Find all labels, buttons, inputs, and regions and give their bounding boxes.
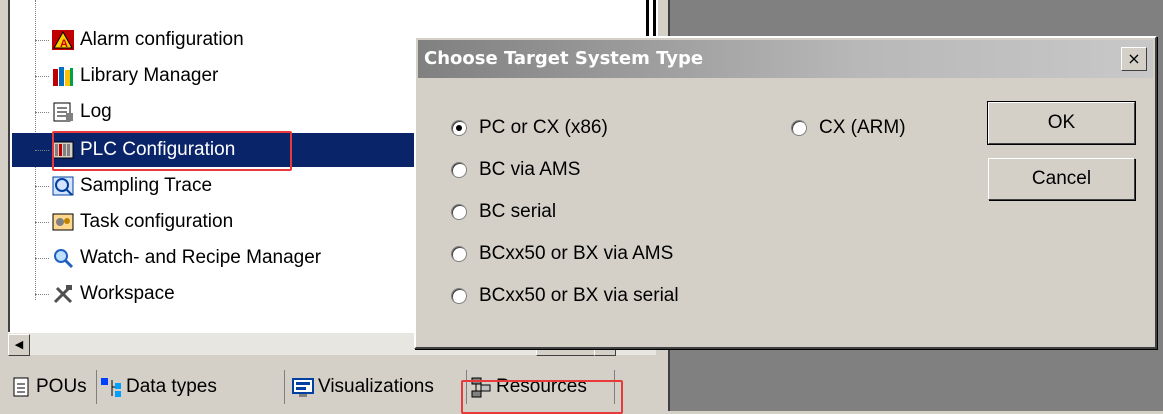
tab-label: Visualizations (318, 376, 434, 397)
tree-item-label: Library Manager (80, 65, 219, 86)
magnifier-icon (52, 247, 74, 269)
tree-item-log[interactable]: Log (35, 99, 114, 125)
divider (646, 0, 649, 40)
target-system-dialog: Choose Target System Type × PC or CX (x8… (414, 36, 1157, 349)
radio-pc-or-cx-x86[interactable]: PC or CX (x86) (451, 117, 608, 139)
library-icon (52, 65, 74, 87)
tab-visualizations[interactable]: Visualizations (288, 370, 467, 404)
task-config-icon (52, 211, 74, 233)
radio-label: BCxx50 or BX via serial (479, 285, 679, 306)
tab-pous[interactable]: POUs (6, 370, 97, 404)
tree-item-watch-recipe-manager[interactable]: Watch- and Recipe Manager (35, 245, 323, 271)
tree-connector (35, 257, 49, 259)
tree-item-alarm-configuration[interactable]: A Alarm configuration (35, 27, 246, 53)
tree-item-label: Workspace (80, 283, 175, 304)
radio-label: CX (ARM) (819, 117, 906, 138)
radio-label: BC serial (479, 201, 557, 222)
tree-connector (35, 111, 49, 113)
ok-button[interactable]: OK (987, 101, 1136, 145)
tree-item-task-configuration[interactable]: Task configuration (35, 209, 235, 235)
cancel-button[interactable]: Cancel (988, 158, 1135, 200)
tree-item-label: Task configuration (80, 211, 234, 232)
alarm-icon: A (52, 29, 74, 51)
radio-label: PC or CX (x86) (479, 117, 608, 138)
radio-button[interactable] (791, 120, 807, 136)
tree-item-label: Watch- and Recipe Manager (80, 247, 322, 268)
tab-label: POUs (36, 376, 87, 397)
tree-connector (35, 185, 49, 187)
log-icon (52, 101, 74, 123)
tree-connector (35, 39, 49, 41)
radio-cx-arm[interactable]: CX (ARM) (791, 117, 906, 139)
radio-label: BCxx50 or BX via AMS (479, 243, 674, 264)
radio-button-checked[interactable] (451, 120, 467, 136)
browser-tab-bar: POUs Data types Visualizations Resources (0, 362, 668, 414)
radio-button[interactable] (451, 162, 467, 178)
tab-label: Data types (126, 376, 217, 397)
radio-label: BC via AMS (479, 159, 581, 180)
tools-icon (52, 283, 74, 305)
tree-connector (35, 293, 49, 295)
tree-item-workspace[interactable]: Workspace (35, 281, 177, 307)
dialog-title: Choose Target System Type (424, 48, 704, 69)
scroll-left-button[interactable]: ◀ (8, 334, 30, 356)
highlight-box-plc-configuration (52, 131, 292, 171)
radio-button[interactable] (451, 288, 467, 304)
tree-item-library-manager[interactable]: Library Manager (35, 63, 220, 89)
tree-item-label: Log (80, 101, 112, 122)
tree-connector (35, 221, 49, 223)
highlight-box-resources (461, 380, 623, 414)
tree-connector (35, 149, 49, 151)
svg-text:A: A (60, 38, 68, 50)
sampling-trace-icon (52, 175, 74, 197)
visualization-icon (292, 376, 314, 398)
radio-bc-via-ams[interactable]: BC via AMS (451, 159, 580, 181)
document-icon (10, 376, 32, 398)
radio-bc-serial[interactable]: BC serial (451, 201, 556, 223)
data-types-icon (100, 376, 122, 398)
dialog-title-bar[interactable]: Choose Target System Type × (418, 40, 1153, 78)
radio-bcxx50-bx-via-serial[interactable]: BCxx50 or BX via serial (451, 285, 679, 307)
radio-button[interactable] (451, 246, 467, 262)
close-button[interactable]: × (1121, 47, 1147, 71)
radio-button[interactable] (451, 204, 467, 220)
tree-item-sampling-trace[interactable]: Sampling Trace (35, 173, 214, 199)
tree-item-label: Sampling Trace (80, 175, 213, 196)
radio-bcxx50-bx-via-ams[interactable]: BCxx50 or BX via AMS (451, 243, 673, 265)
tab-data-types[interactable]: Data types (96, 370, 285, 404)
tree-item-label: Alarm configuration (80, 29, 244, 50)
close-icon: × (1127, 49, 1141, 68)
divider (653, 0, 656, 40)
tree-connector (35, 75, 49, 77)
